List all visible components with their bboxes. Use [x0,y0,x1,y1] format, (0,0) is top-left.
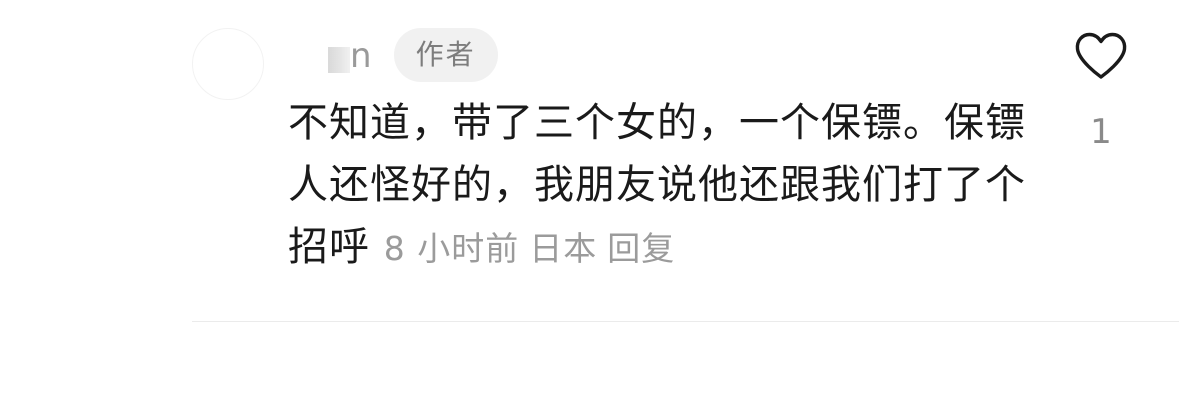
like-count: 1 [1090,112,1112,152]
comment-header: n 作者 [328,28,498,82]
comment-time: 8 小时前 [383,229,520,268]
author-badge: 作者 [393,28,498,82]
username-text: n [350,36,372,76]
avatar[interactable] [192,28,264,100]
comment-meta: 8 小时前 日本 回复 [384,229,686,268]
like-button[interactable]: 1 [1070,30,1132,152]
comment-location: 日本 [529,229,598,268]
heart-outline-icon[interactable] [1073,30,1129,82]
divider [192,321,1179,322]
comment-item: n 作者 不知道，带了三个女的，一个保镖。保镖人还怪好的，我朋友说他还跟我们打了… [0,0,1179,412]
reply-button[interactable]: 回复 [607,229,675,268]
comment-body[interactable]: 不知道，带了三个女的，一个保镖。保镖人还怪好的，我朋友说他还跟我们打了个招呼 8… [288,92,1028,280]
username[interactable]: n [328,28,372,82]
username-redaction [328,47,350,73]
